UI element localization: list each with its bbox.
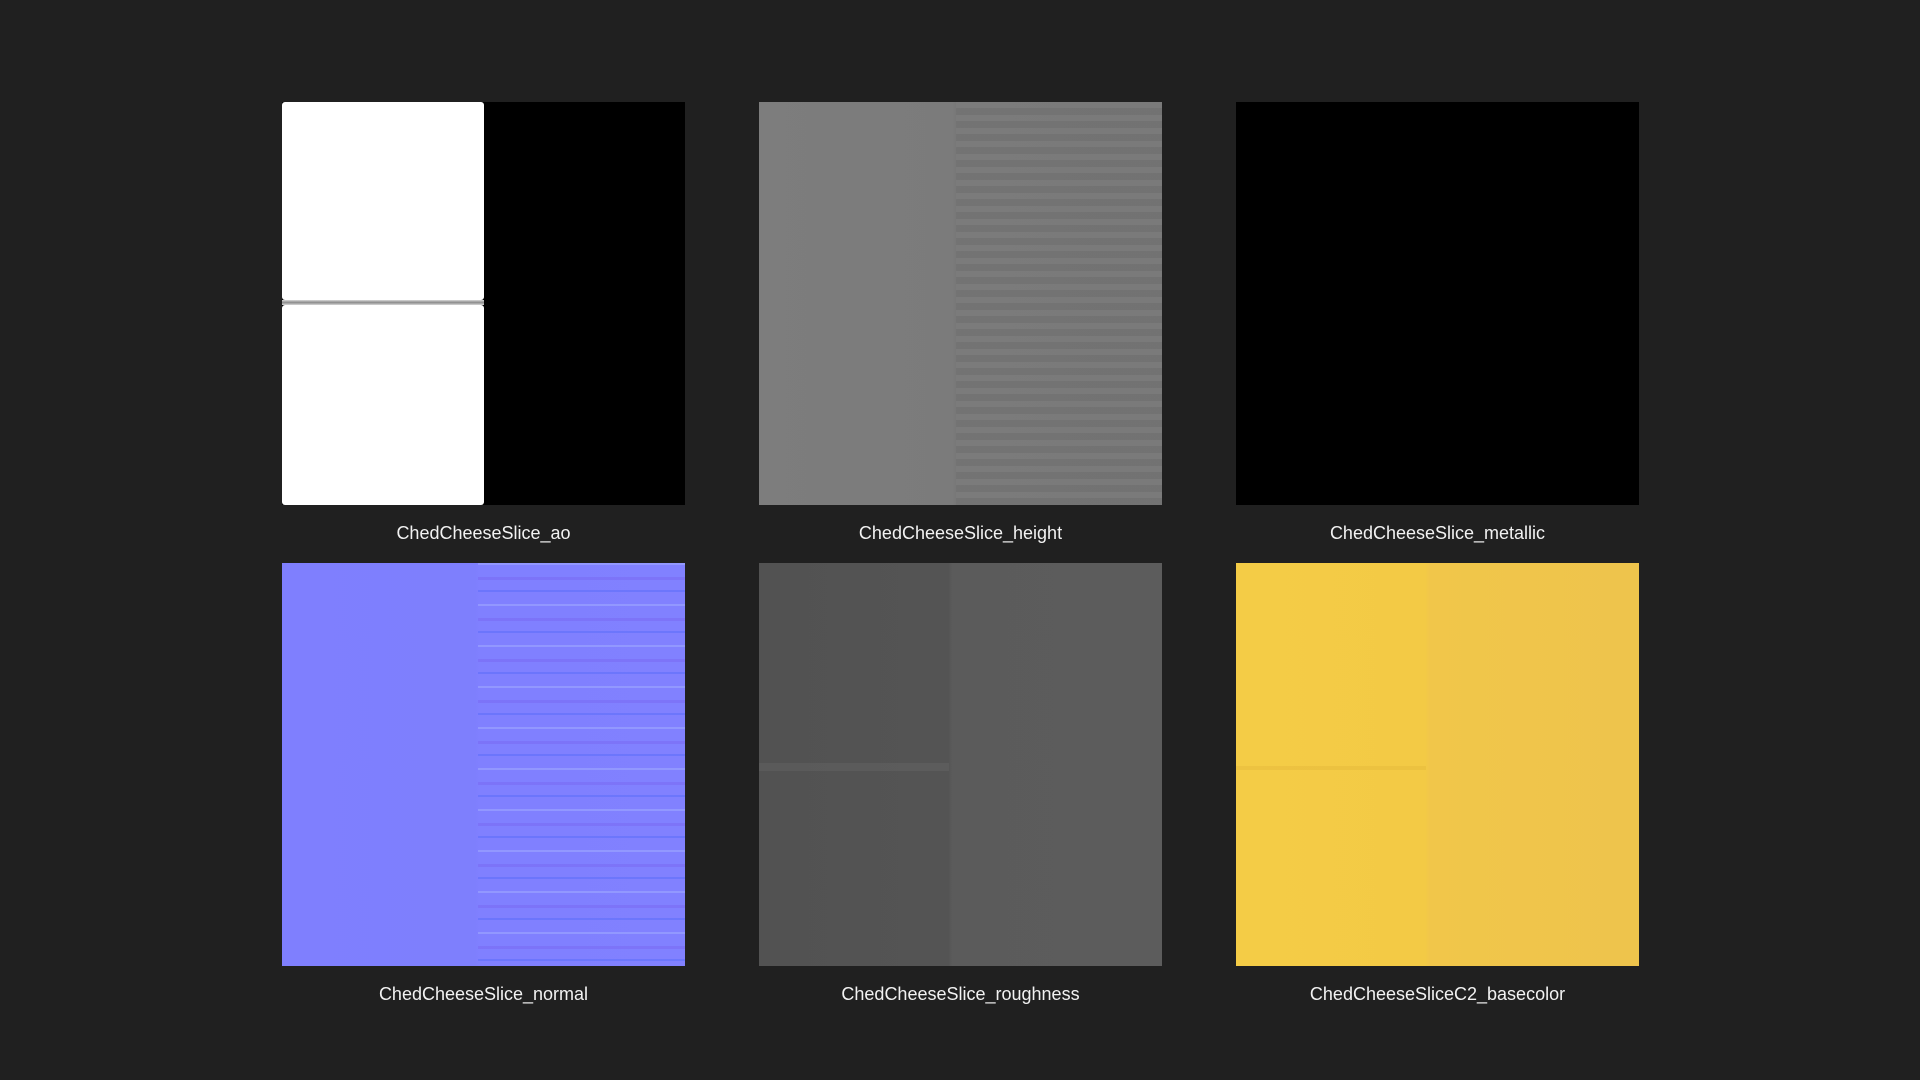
basecolor-texture-thumbnail[interactable] bbox=[1236, 563, 1639, 966]
normal-texture-thumbnail[interactable] bbox=[282, 563, 685, 966]
file-name-label: ChedCheeseSlice_metallic bbox=[1329, 523, 1546, 543]
roughness-seam bbox=[759, 763, 949, 771]
file-name-label: ChedCheeseSlice_roughness bbox=[841, 984, 1080, 1004]
file-name-label: ChedCheeseSlice_normal bbox=[378, 984, 589, 1004]
file-item-metallic[interactable]: ChedCheeseSlice_metallic bbox=[1236, 102, 1639, 544]
ao-top-block bbox=[282, 102, 484, 300]
file-item-ao[interactable]: ChedCheeseSlice_ao bbox=[282, 102, 685, 544]
metallic-texture-thumbnail[interactable] bbox=[1236, 102, 1639, 505]
basecolor-seam bbox=[1236, 766, 1426, 770]
file-item-basecolor[interactable]: ChedCheeseSliceC2_basecolor bbox=[1236, 563, 1639, 1005]
ao-texture-thumbnail[interactable] bbox=[282, 102, 685, 505]
roughness-texture-thumbnail[interactable] bbox=[759, 563, 1162, 966]
normal-streaks bbox=[478, 563, 685, 966]
file-grid: ChedCheeseSlice_ao ChedCheeseSlice_heigh… bbox=[282, 102, 1639, 1005]
file-name-label: ChedCheeseSlice_ao bbox=[396, 523, 571, 543]
file-name-label: ChedCheeseSliceC2_basecolor bbox=[1309, 984, 1566, 1004]
file-item-normal[interactable]: ChedCheeseSlice_normal bbox=[282, 563, 685, 1005]
height-texture-thumbnail[interactable] bbox=[759, 102, 1162, 505]
ao-bottom-block bbox=[282, 305, 484, 505]
file-item-height[interactable]: ChedCheeseSlice_height bbox=[759, 102, 1162, 544]
file-item-roughness[interactable]: ChedCheeseSlice_roughness bbox=[759, 563, 1162, 1005]
height-stripes bbox=[956, 102, 1162, 505]
file-name-label: ChedCheeseSlice_height bbox=[858, 523, 1063, 543]
